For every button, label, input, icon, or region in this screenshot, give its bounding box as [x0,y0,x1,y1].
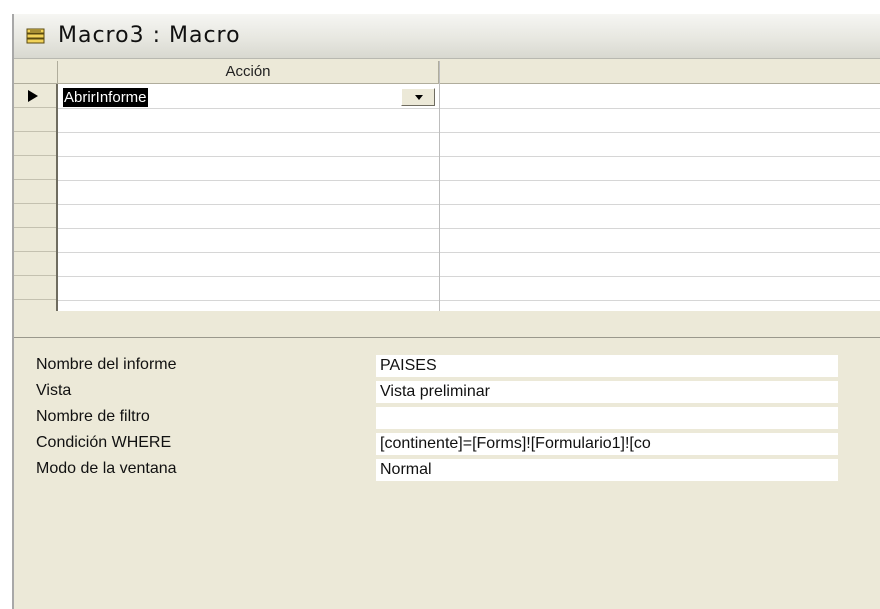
row-divider [58,156,880,157]
row-divider [58,276,880,277]
action-arguments-pane: Nombre del informe PAISES Vista Vista pr… [14,338,880,609]
argument-field-window-mode[interactable]: Normal [376,459,838,481]
action-column-header[interactable]: Acción [58,61,439,84]
argument-field-view[interactable]: Vista preliminar [376,381,838,403]
row-divider [58,228,880,229]
argument-label-window-mode: Modo de la ventana [36,460,177,477]
row-divider [58,252,880,253]
row-selector-header[interactable] [14,61,58,84]
argument-field-filter-name[interactable] [376,407,838,429]
current-row-arrow-icon [28,90,38,102]
row-selector[interactable] [14,204,56,228]
row-selector[interactable] [14,276,56,300]
row-divider [58,180,880,181]
row-selector[interactable] [14,228,56,252]
title-bar[interactable]: Macro3 : Macro [14,14,880,59]
chevron-down-icon [415,95,423,100]
comment-column-header[interactable] [439,61,880,84]
column-divider [439,61,440,311]
macro-window: Macro3 : Macro Acción AbrirInforme Nombr… [12,14,880,609]
argument-label-filter-name: Nombre de filtro [36,408,150,425]
row-selector[interactable] [14,180,56,204]
action-value[interactable]: AbrirInforme [63,88,148,107]
action-dropdown-button[interactable] [401,88,435,106]
argument-label-report-name: Nombre del informe [36,356,177,373]
argument-field-report-name[interactable]: PAISES [376,355,838,377]
argument-field-where-condition[interactable]: [continente]=[Forms]![Formulario1]![co [376,433,838,455]
row-selector-column [14,84,58,311]
row-divider [58,204,880,205]
window-title: Macro3 : Macro [58,23,241,48]
macro-action-grid[interactable]: Acción AbrirInforme [14,61,880,311]
row-selector[interactable] [14,156,56,180]
macro-icon [26,28,45,44]
row-selector[interactable] [14,252,56,276]
row-divider [58,300,880,301]
row-divider [58,132,880,133]
row-selector[interactable] [14,132,56,156]
row-divider [58,108,880,109]
row-selector[interactable] [14,108,56,132]
argument-label-view: Vista [36,382,72,399]
row-selector-current[interactable] [14,84,56,108]
action-combo-box[interactable]: AbrirInforme [61,87,437,108]
pane-splitter[interactable] [14,311,880,338]
argument-label-where-condition: Condición WHERE [36,434,172,451]
